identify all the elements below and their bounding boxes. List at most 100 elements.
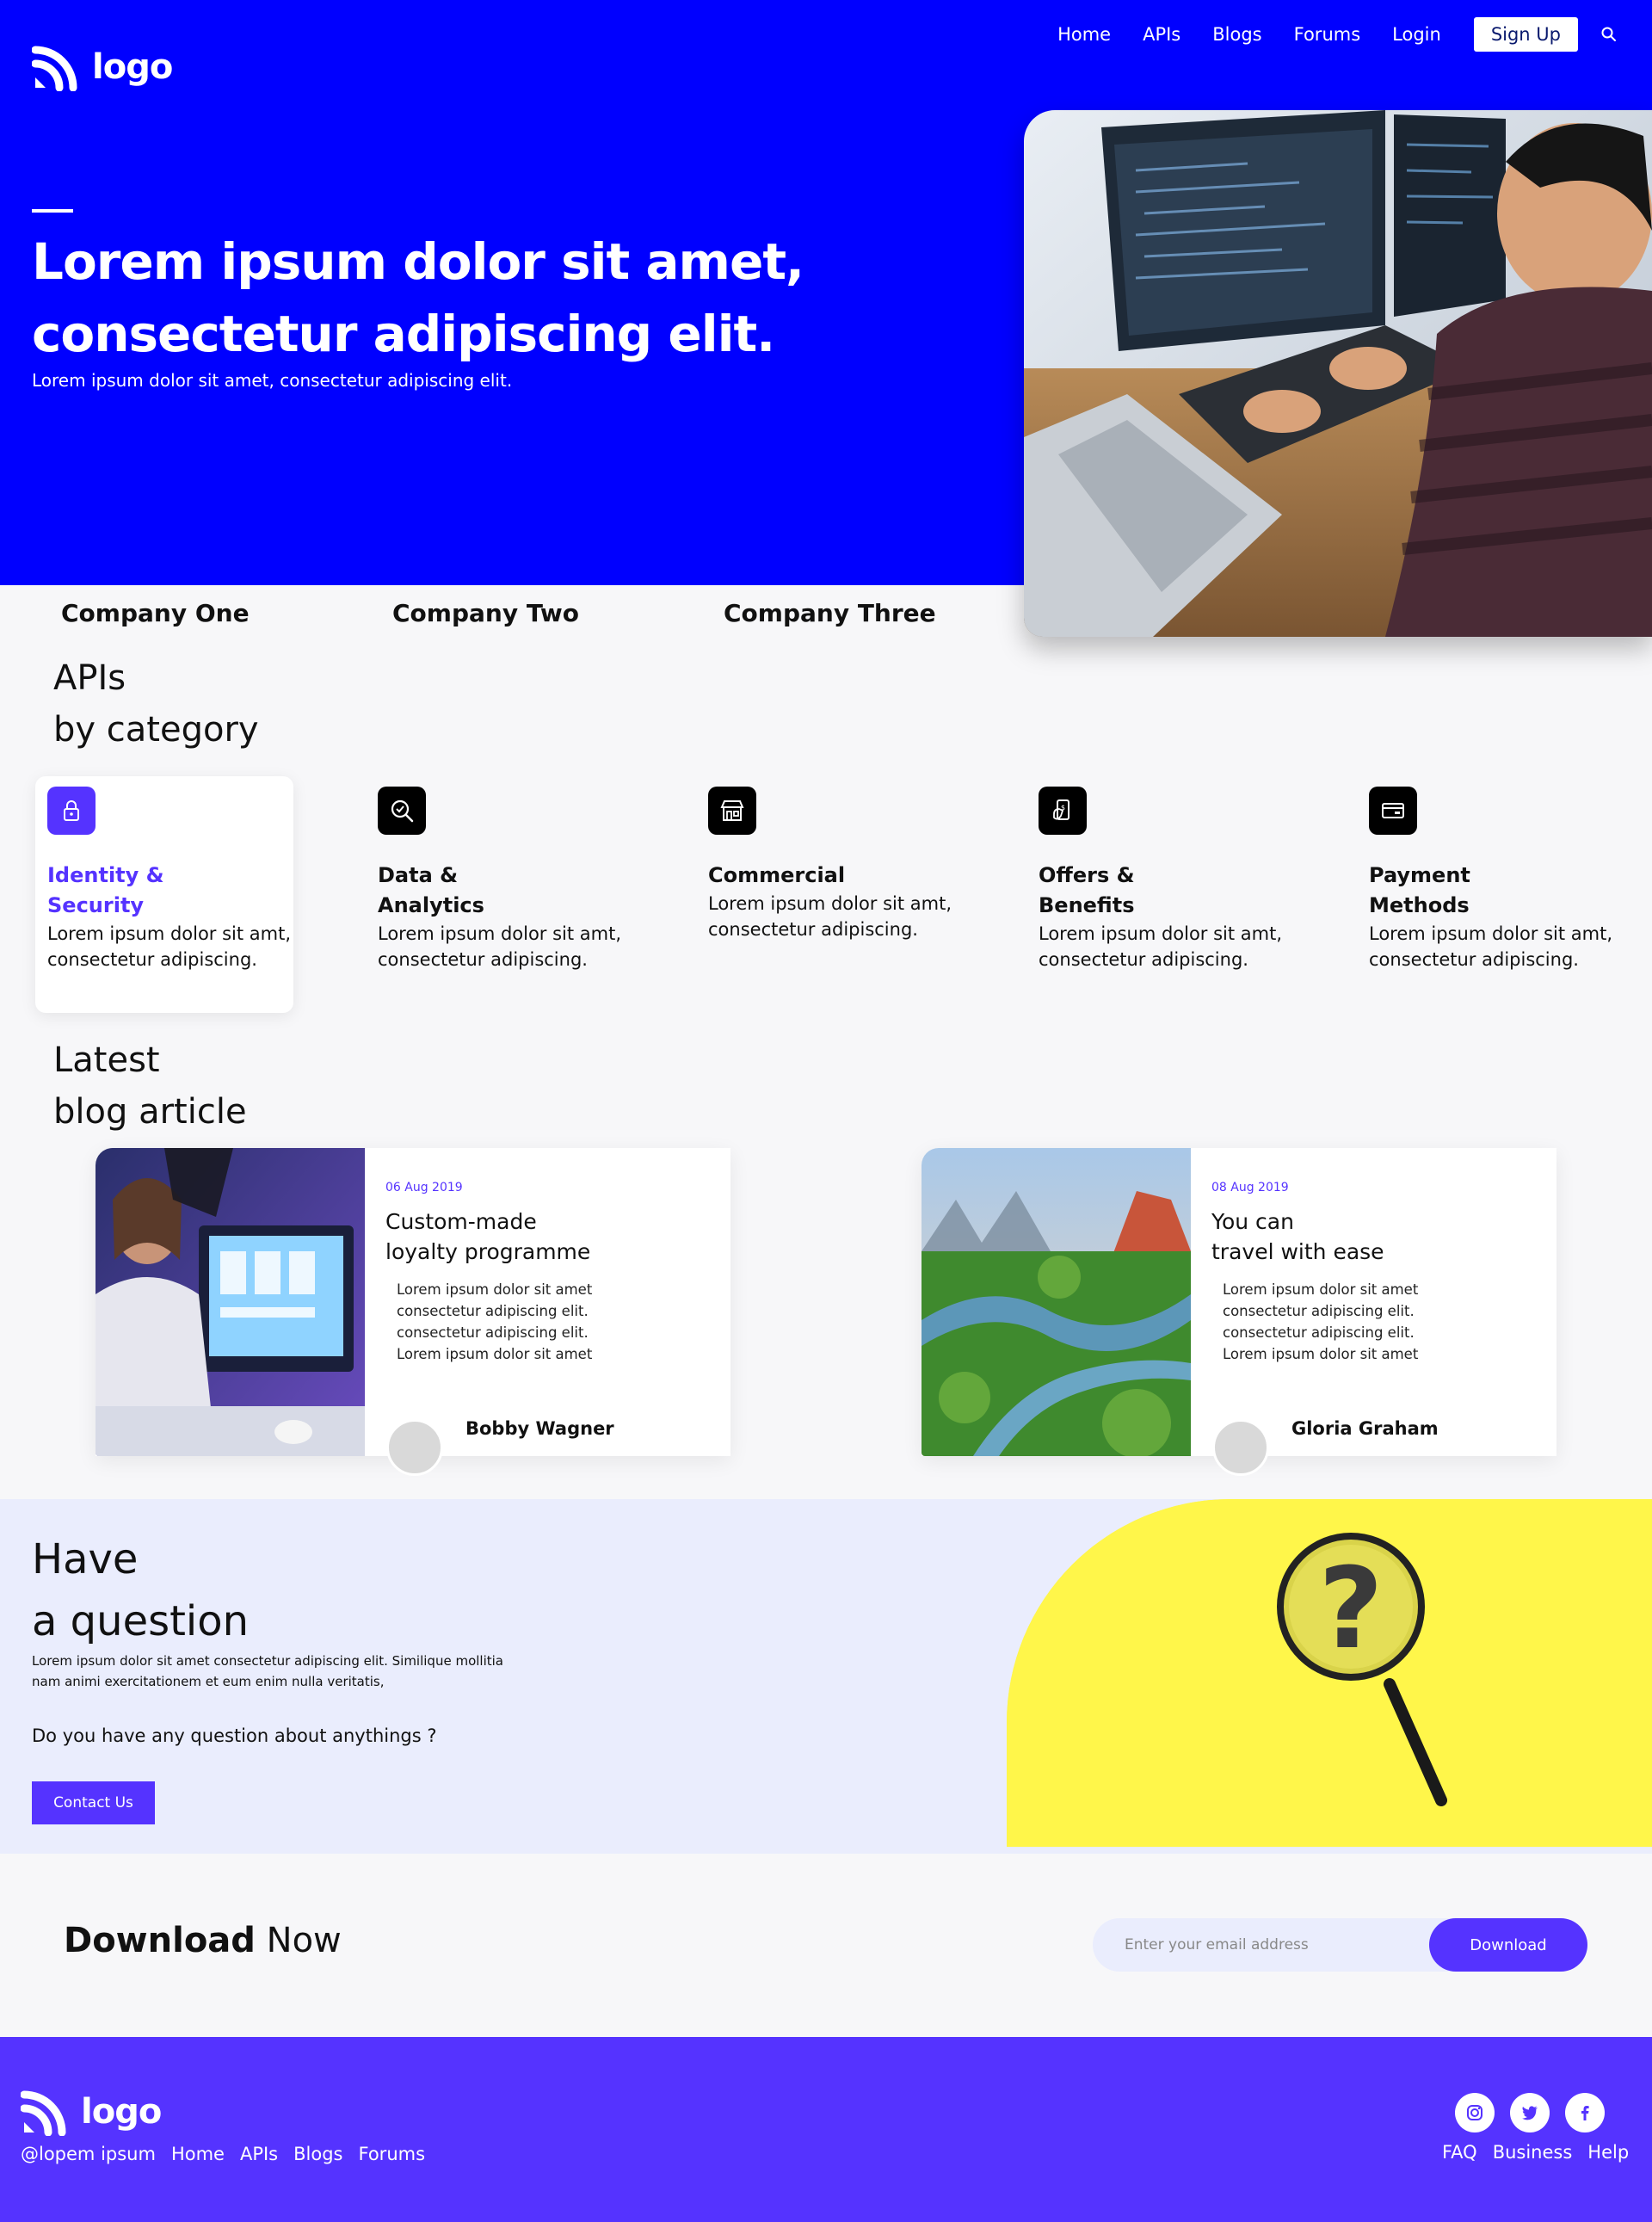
category-card-offers-benefits[interactable]: $ Offers & Benefits Lorem ipsum dolor sit… [1026, 776, 1285, 1013]
category-title: Offers & Benefits [1039, 861, 1228, 921]
footer-link-apis[interactable]: APIs [240, 2144, 278, 2164]
blog-title-line-2: travel with ease [1211, 1239, 1384, 1264]
blog-heading-line-1: Latest [53, 1040, 160, 1080]
category-description: Lorem ipsum dolor sit amt, consectetur a… [378, 923, 622, 970]
facebook-icon[interactable] [1565, 2093, 1605, 2133]
logo-mark-icon [32, 43, 80, 91]
footer-link-blogs[interactable]: Blogs [293, 2144, 342, 2164]
svg-text:$: $ [1061, 804, 1065, 812]
social-links [1455, 2093, 1605, 2133]
download-button[interactable]: Download [1429, 1918, 1587, 1972]
category-title-line-2: Methods [1369, 893, 1470, 917]
download-title-light: Now [266, 1921, 342, 1960]
category-title: Payment Methods [1369, 861, 1558, 921]
categories-heading: APIs by category [53, 652, 259, 756]
category-card-data-analytics[interactable]: Data & Analytics Lorem ipsum dolor sit am… [366, 776, 624, 1013]
download-title: Download Now [64, 1921, 342, 1960]
footer-nav: @lopem ipsum Home APIs Blogs Forums [21, 2144, 441, 2164]
category-card-payment-methods[interactable]: Payment Methods Lorem ipsum dolor sit amt… [1357, 776, 1615, 1013]
instagram-icon[interactable] [1455, 2093, 1495, 2133]
hero-subtitle: Lorem ipsum dolor sit amet, consectetur … [32, 370, 513, 391]
nav-login[interactable]: Login [1392, 24, 1441, 45]
question-title: Have a question [32, 1528, 249, 1652]
blog-title-line-1: Custom-made [385, 1209, 537, 1234]
hero-title-line-1: Lorem ipsum dolor sit amet, [32, 232, 804, 291]
blog-excerpt: Lorem ipsum dolor sit amet consectetur a… [397, 1281, 593, 1362]
email-input[interactable] [1093, 1918, 1454, 1972]
avatar [1212, 1419, 1269, 1476]
blog-title-line-1: You can [1211, 1209, 1294, 1234]
category-title-line-2: Benefits [1039, 893, 1135, 917]
svg-text:?: ? [1318, 1543, 1383, 1674]
contact-us-button[interactable]: Contact Us [32, 1781, 155, 1824]
mobile-pay-icon: $ [1039, 787, 1087, 835]
blog-heading-line-2: blog article [53, 1092, 247, 1132]
category-title-line-1: Data & [378, 863, 459, 887]
header-logo[interactable]: logo [32, 43, 173, 91]
category-card-commercial[interactable]: Commercial Lorem ipsum dolor sit amt, co… [696, 776, 954, 1013]
nav-forums[interactable]: Forums [1294, 24, 1361, 45]
blog-card-1[interactable]: 06 Aug 2019 Custom-made loyalty programme… [96, 1148, 730, 1476]
question-prompt: Do you have any question about anythings… [32, 1725, 437, 1746]
blog-title-line-2: loyalty programme [385, 1239, 591, 1264]
logo-text: logo [81, 2092, 162, 2132]
category-title-line-2: Security [47, 893, 145, 917]
question-title-line-2: a question [32, 1597, 250, 1645]
company-three: Company Three [724, 599, 936, 627]
categories-heading-line-2: by category [53, 710, 259, 750]
category-title-line-2: Analytics [378, 893, 484, 917]
blog-title: Custom-made loyalty programme [385, 1207, 661, 1267]
blog-image [922, 1148, 1191, 1456]
blog-card-2[interactable]: 08 Aug 2019 You can travel with ease Lore… [922, 1148, 1556, 1476]
company-two: Company Two [392, 599, 579, 627]
category-title: Identity & Security [47, 861, 237, 921]
footer [0, 2037, 1652, 2222]
hero-image [1024, 110, 1652, 637]
category-title: Commercial [708, 861, 897, 891]
footer-link-help[interactable]: Help [1587, 2142, 1629, 2163]
nav-home[interactable]: Home [1057, 24, 1111, 45]
avatar [386, 1419, 443, 1476]
search-icon[interactable] [1600, 26, 1618, 43]
lock-icon [47, 787, 96, 835]
logo-mark-icon [21, 2088, 69, 2136]
nav-blogs[interactable]: Blogs [1212, 24, 1261, 45]
footer-link-home[interactable]: Home [171, 2144, 225, 2164]
blog-excerpt: Lorem ipsum dolor sit amet consectetur a… [1223, 1281, 1419, 1362]
card-icon [1369, 787, 1417, 835]
footer-link-forums[interactable]: Forums [359, 2144, 426, 2164]
footer-link-business[interactable]: Business [1493, 2142, 1573, 2163]
company-one: Company One [61, 599, 250, 627]
question-image: ? [1007, 1499, 1652, 1847]
blog-author: Gloria Graham [1291, 1418, 1439, 1439]
blog-image [96, 1148, 365, 1456]
category-title-line-1: Commercial [708, 863, 846, 887]
logo-text: logo [92, 47, 173, 87]
question-title-line-1: Have [32, 1535, 139, 1583]
categories-heading-line-1: APIs [53, 658, 126, 698]
twitter-icon[interactable] [1510, 2093, 1550, 2133]
signup-button[interactable]: Sign Up [1473, 17, 1578, 52]
footer-logo[interactable]: logo [21, 2088, 162, 2136]
nav-apis[interactable]: APIs [1143, 24, 1180, 45]
storefront-icon [708, 787, 756, 835]
category-title-line-1: Payment [1369, 863, 1470, 887]
category-title-line-1: Offers & [1039, 863, 1135, 887]
top-nav: Home APIs Blogs Forums Login Sign Up [1026, 17, 1618, 52]
blog-date: 06 Aug 2019 [385, 1181, 463, 1194]
category-title-line-1: Identity & [47, 863, 164, 887]
category-description: Lorem ipsum dolor sit amt, consectetur a… [1039, 923, 1283, 970]
footer-link-faq[interactable]: FAQ [1442, 2142, 1477, 2163]
category-description: Lorem ipsum dolor sit amt, consectetur a… [708, 893, 952, 940]
hero-accent-line [32, 209, 73, 213]
question-text: Lorem ipsum dolor sit amet consectetur a… [32, 1653, 503, 1689]
category-description: Lorem ipsum dolor sit amt, consectetur a… [47, 923, 292, 970]
hero-title: Lorem ipsum dolor sit amet, consectetur … [32, 225, 806, 370]
category-card-identity-security[interactable]: Identity & Security Lorem ipsum dolor sit… [35, 776, 293, 1013]
download-title-bold: Download [64, 1921, 256, 1960]
magnifier-check-icon [378, 787, 426, 835]
footer-right-links: FAQ Business Help [1442, 2142, 1629, 2163]
blog-date: 08 Aug 2019 [1211, 1181, 1289, 1194]
blog-title: You can travel with ease [1211, 1207, 1487, 1267]
hero-title-line-2: consectetur adipiscing elit. [32, 305, 775, 363]
